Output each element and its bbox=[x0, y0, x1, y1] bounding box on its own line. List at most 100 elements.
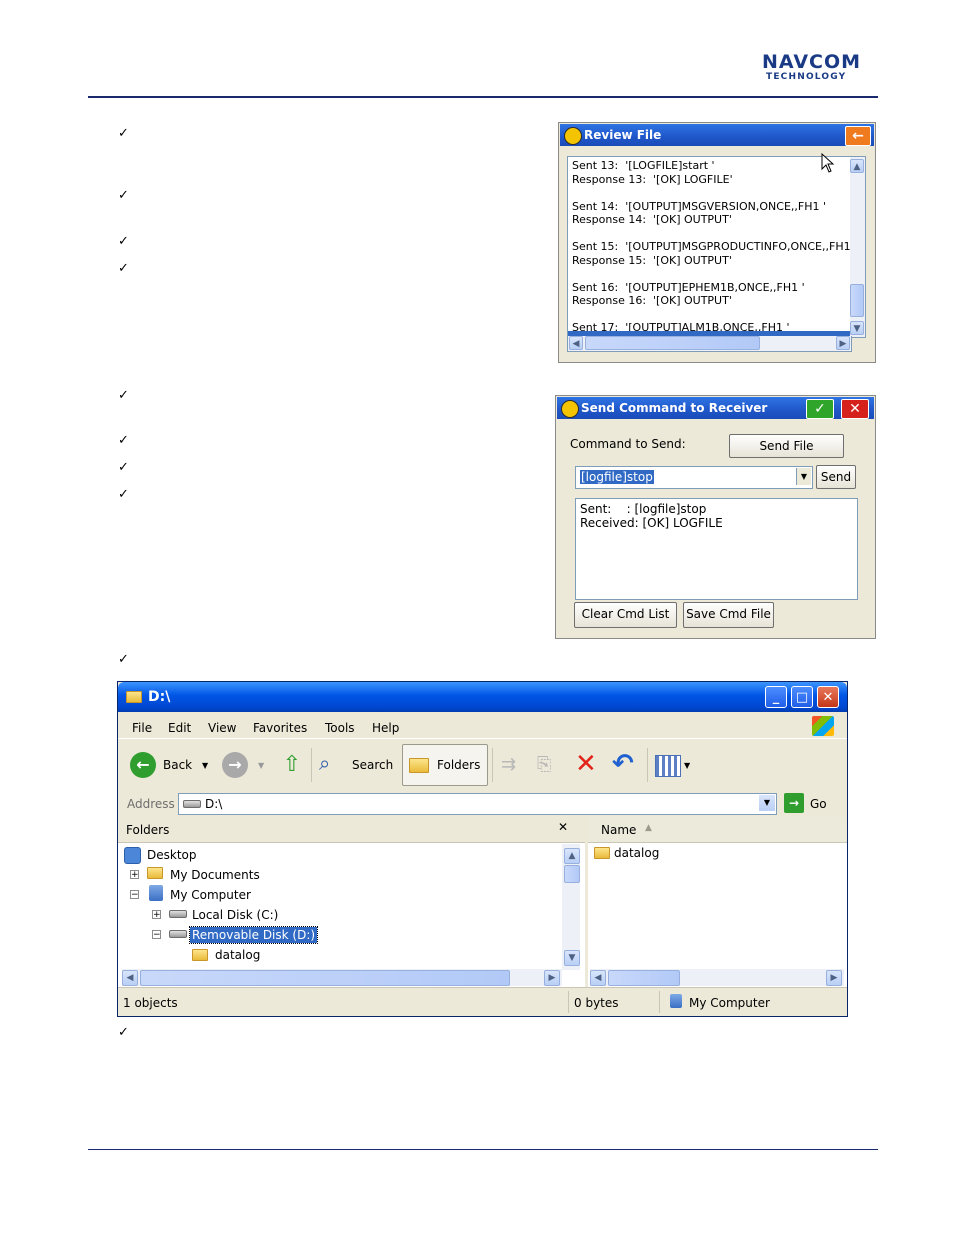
scroll-up-icon[interactable]: ▲ bbox=[564, 848, 580, 864]
clear-cmd-list-button[interactable]: Clear Cmd List bbox=[574, 602, 677, 628]
menu-favorites[interactable]: Favorites bbox=[253, 721, 307, 735]
expand-icon[interactable]: + bbox=[130, 870, 139, 880]
undo-icon[interactable]: ↶ bbox=[612, 749, 634, 779]
back-button-label[interactable]: Back bbox=[163, 758, 192, 772]
review-log-line: Response 16: '[OK] OUTPUT' bbox=[572, 294, 732, 307]
minimize-icon[interactable]: _ bbox=[765, 686, 787, 708]
close-icon[interactable]: ✕ bbox=[817, 686, 839, 708]
scroll-thumb[interactable] bbox=[608, 970, 680, 986]
send-command-window: Send Command to Receiver ✓ ✕ Command to … bbox=[555, 395, 876, 639]
checkmark: ✓ bbox=[118, 487, 129, 502]
scroll-thumb[interactable] bbox=[564, 865, 580, 883]
search-icon[interactable]: ⌕ bbox=[319, 751, 330, 775]
go-arrow-icon[interactable]: → bbox=[784, 793, 804, 813]
status-separator bbox=[568, 991, 569, 1013]
explorer-window: D:\ _ □ ✕ File Edit View Favorites Tools… bbox=[117, 681, 848, 1017]
views-dropdown-icon[interactable]: ▼ bbox=[684, 761, 690, 770]
checkmark: ✓ bbox=[118, 234, 129, 249]
review-log-lines: Sent 13: '[LOGFILE]start ' Response 13: '… bbox=[572, 159, 851, 335]
scroll-down-icon[interactable]: ▼ bbox=[564, 950, 580, 966]
address-input[interactable]: D:\ ▼ bbox=[178, 793, 777, 815]
views-icon[interactable] bbox=[655, 755, 681, 777]
scroll-down-icon[interactable]: ▼ bbox=[850, 321, 864, 335]
expand-icon[interactable]: + bbox=[152, 910, 161, 920]
scroll-right-icon[interactable]: ▶ bbox=[544, 970, 560, 986]
toolbar-separator bbox=[492, 748, 493, 782]
tree-desktop[interactable]: Desktop bbox=[147, 848, 197, 862]
up-folder-icon[interactable]: ⇧ bbox=[280, 752, 304, 778]
sort-ascending-icon: ▲ bbox=[645, 823, 652, 833]
folders-button-label[interactable]: Folders bbox=[437, 758, 480, 772]
address-value[interactable]: D:\ bbox=[205, 797, 222, 811]
save-cmd-file-button[interactable]: Save Cmd File bbox=[683, 602, 774, 628]
review-log-line: Sent 16: '[OUTPUT]EPHEM1B,ONCE,,FH1 ' bbox=[572, 280, 805, 294]
menu-help[interactable]: Help bbox=[372, 721, 399, 735]
review-log-line: Response 15: '[OK] OUTPUT' bbox=[572, 253, 732, 267]
tree-datalog[interactable]: datalog bbox=[215, 948, 260, 962]
maximize-icon[interactable]: □ bbox=[791, 686, 813, 708]
close-pane-icon[interactable]: ✕ bbox=[558, 820, 568, 834]
checkmark: ✓ bbox=[118, 126, 129, 141]
folders-pane: Folders ✕ Desktop + My Documents − My Co… bbox=[118, 817, 588, 987]
back-dropdown-icon[interactable]: ▼ bbox=[202, 761, 208, 770]
folder-icon bbox=[594, 847, 610, 859]
checkmark: ✓ bbox=[118, 188, 129, 203]
scroll-left-icon[interactable]: ◀ bbox=[590, 970, 606, 986]
review-hscrollbar[interactable]: ◀ ▶ bbox=[567, 336, 852, 352]
collapse-icon[interactable]: − bbox=[152, 930, 161, 940]
desktop-icon bbox=[124, 847, 141, 864]
tree-removable-disk[interactable]: Removable Disk (D:) bbox=[188, 926, 319, 944]
name-column-header[interactable]: Name ▲ bbox=[588, 817, 847, 843]
files-hscrollbar[interactable]: ◀ ▶ bbox=[590, 969, 844, 986]
review-file-titlebar: Review File ← bbox=[560, 124, 874, 146]
scroll-thumb[interactable] bbox=[585, 336, 760, 350]
scroll-left-icon[interactable]: ◀ bbox=[122, 970, 138, 986]
folders-icon bbox=[409, 758, 429, 773]
send-button[interactable]: Send bbox=[816, 465, 856, 489]
collapse-icon[interactable]: − bbox=[130, 890, 139, 900]
delete-icon[interactable]: ✕ bbox=[575, 749, 597, 779]
file-datalog[interactable]: datalog bbox=[614, 846, 659, 860]
search-button-label[interactable]: Search bbox=[352, 758, 393, 772]
folders-vscrollbar[interactable]: ▲ ▼ bbox=[562, 844, 580, 970]
scroll-up-icon[interactable]: ▲ bbox=[850, 159, 864, 173]
folder-icon bbox=[192, 949, 208, 961]
scroll-left-icon[interactable]: ◀ bbox=[569, 336, 583, 350]
send-file-button[interactable]: Send File bbox=[729, 434, 844, 458]
explorer-titlebar: D:\ _ □ ✕ bbox=[118, 682, 847, 712]
checkmark: ✓ bbox=[118, 652, 129, 667]
command-combobox[interactable]: [logfile]stop ▼ bbox=[575, 466, 813, 489]
my-computer-icon bbox=[670, 994, 682, 1008]
back-icon[interactable]: ← bbox=[130, 752, 156, 778]
menu-view[interactable]: View bbox=[208, 721, 236, 735]
scroll-thumb[interactable] bbox=[850, 284, 864, 317]
review-file-window: Review File ← Sent 13: '[LOGFILE]start '… bbox=[558, 122, 876, 363]
tree-my-computer[interactable]: My Computer bbox=[170, 888, 251, 902]
scroll-right-icon[interactable]: ▶ bbox=[826, 970, 842, 986]
review-log-line bbox=[572, 227, 851, 241]
command-output-lines: Sent: : [logfile]stop Received: [OK] LOGF… bbox=[580, 502, 723, 530]
name-column-label[interactable]: Name bbox=[601, 823, 636, 837]
forward-icon: → bbox=[222, 752, 248, 778]
close-icon[interactable]: ✕ bbox=[841, 399, 869, 419]
folders-hscrollbar[interactable]: ◀ ▶ bbox=[122, 969, 562, 986]
review-vscrollbar[interactable]: ▲ ▼ bbox=[850, 156, 866, 338]
send-command-titlebar: Send Command to Receiver ✓ ✕ bbox=[557, 397, 874, 419]
scroll-right-icon[interactable]: ▶ bbox=[836, 336, 850, 350]
go-label[interactable]: Go bbox=[810, 797, 827, 811]
scroll-thumb[interactable] bbox=[140, 970, 510, 986]
app-logo-icon bbox=[561, 400, 579, 418]
dropdown-arrow-icon[interactable]: ▼ bbox=[796, 468, 811, 485]
app-logo-icon bbox=[564, 127, 582, 145]
command-output-line: Sent: : [logfile]stop bbox=[580, 502, 707, 516]
menu-tools[interactable]: Tools bbox=[325, 721, 355, 735]
navcom-logo: NAVCOM TECHNOLOGY bbox=[762, 53, 882, 83]
tree-local-disk[interactable]: Local Disk (C:) bbox=[192, 908, 278, 922]
menu-file[interactable]: File bbox=[132, 721, 152, 735]
back-arrow-icon[interactable]: ← bbox=[845, 126, 871, 146]
ok-check-icon[interactable]: ✓ bbox=[806, 399, 834, 419]
menu-edit[interactable]: Edit bbox=[168, 721, 191, 735]
command-input-value[interactable]: [logfile]stop bbox=[580, 470, 654, 484]
address-dropdown-icon[interactable]: ▼ bbox=[759, 795, 775, 811]
tree-my-documents[interactable]: My Documents bbox=[170, 868, 260, 882]
